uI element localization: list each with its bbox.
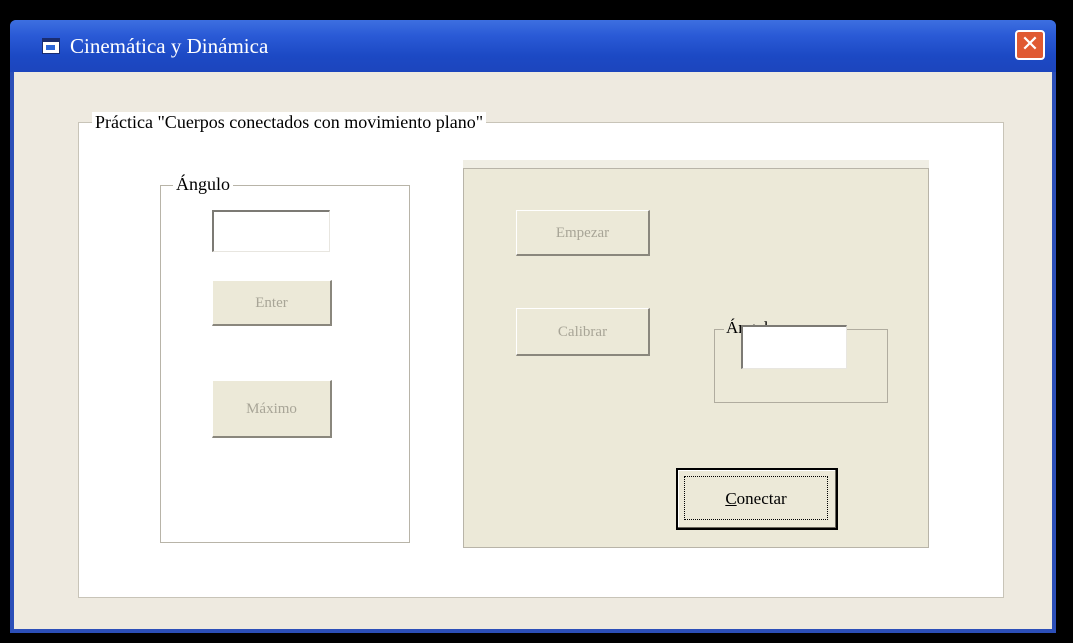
calibrar-button[interactable]: Calibrar: [516, 308, 650, 356]
angle-output[interactable]: [741, 325, 847, 369]
conectar-label: onectar: [736, 489, 787, 508]
practice-frame-label: Práctica "Cuerpos conectados con movimie…: [92, 112, 487, 133]
conectar-button[interactable]: Conectar: [676, 468, 838, 530]
close-button[interactable]: ✕: [1015, 30, 1045, 60]
enter-button[interactable]: Enter: [212, 280, 332, 326]
client-area: Práctica "Cuerpos conectados con movimie…: [14, 72, 1052, 629]
maximo-button[interactable]: Máximo: [212, 380, 332, 438]
window-title: Cinemática y Dinámica: [70, 34, 269, 58]
conectar-accelerator: C: [725, 489, 737, 508]
close-icon: ✕: [1020, 32, 1040, 57]
title-bar[interactable]: Cinemática y Dinámica ✕: [10, 20, 1056, 72]
conectar-focus-rect: Conectar: [684, 476, 828, 520]
empezar-button[interactable]: Empezar: [516, 210, 650, 256]
app-window: Cinemática y Dinámica ✕ Práctica "Cuerpo…: [10, 20, 1056, 633]
angle-frame-left-label: Ángulo: [173, 174, 233, 195]
app-icon[interactable]: [42, 38, 60, 54]
angle-input[interactable]: [212, 210, 330, 252]
